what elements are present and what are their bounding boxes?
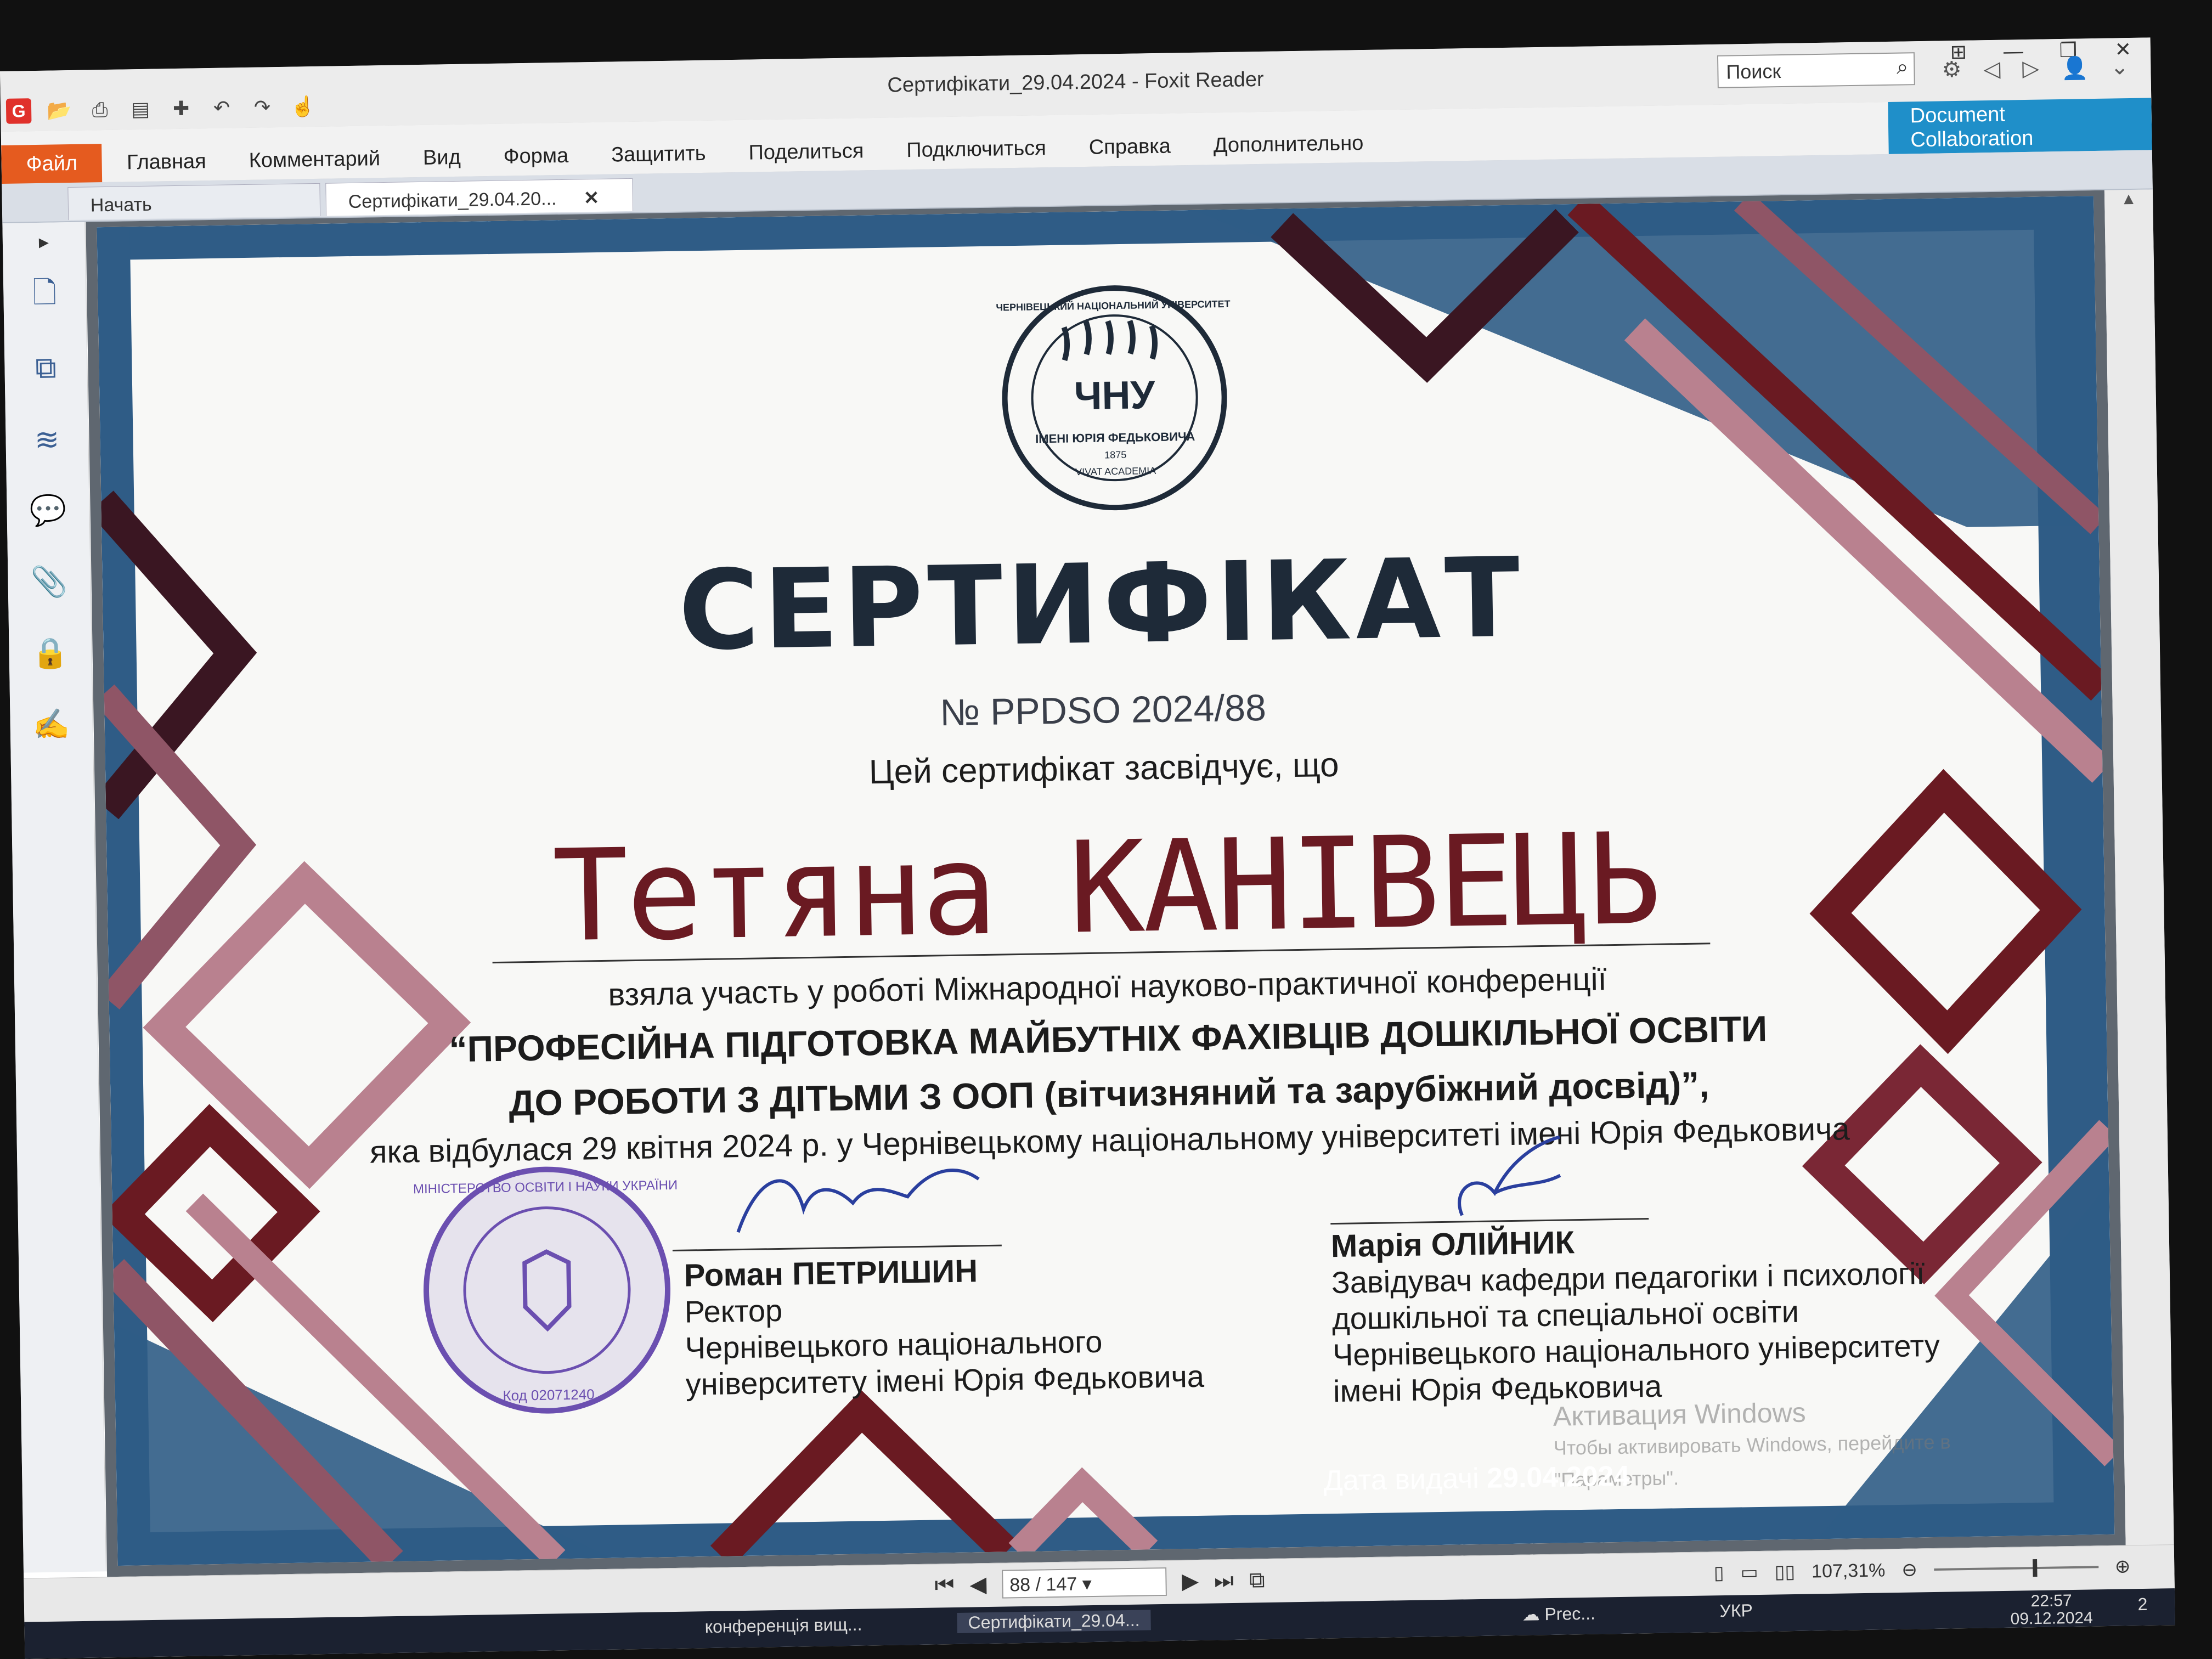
menu-protect[interactable]: Защитить xyxy=(611,142,706,167)
certificate-page: ЧНУ ІМЕНІ ЮРІЯ ФЕДЬКОВИЧА 1875 VIVAT ACA… xyxy=(97,196,2115,1566)
activation-line2: Чтобы активировать Windows, перейдите в xyxy=(1553,1430,1951,1459)
weather-label: Prec... xyxy=(1544,1603,1596,1624)
menu-home[interactable]: Главная xyxy=(127,150,206,174)
tab-close-icon[interactable]: ✕ xyxy=(584,188,600,208)
head-name: Марія ОЛІЙНИК xyxy=(1330,1224,1575,1265)
user-avatar-icon[interactable]: 👤 xyxy=(2061,55,2089,81)
seal-motto: VIVAT ACADEMIA xyxy=(1075,465,1156,477)
last-page-icon[interactable]: ⏭ xyxy=(1214,1568,1234,1594)
weather-icon: ☁ xyxy=(1522,1604,1540,1624)
menu-form[interactable]: Форма xyxy=(503,144,568,169)
official-stamp: МІНІСТЕРСТВО ОСВІТИ І НАУКИ УКРАЇНИ Код … xyxy=(413,1166,678,1414)
rector-signature xyxy=(736,1169,980,1233)
foxit-window: G 📂 ⎙ ▤ ✚ ↶ ↷ ☝ Сертифікати_29.04.2024 -… xyxy=(0,37,2175,1659)
issue-date-value: 29.04.2024 xyxy=(1486,1460,1630,1494)
document-view[interactable]: ЧНУ ІМЕНІ ЮРІЯ ФЕДЬКОВИЧА 1875 VIVAT ACA… xyxy=(86,190,2126,1577)
university-seal-logo: ЧНУ ІМЕНІ ЮРІЯ ФЕДЬКОВИЧА 1875 VIVAT ACA… xyxy=(996,285,1231,511)
zoom-slider-thumb[interactable] xyxy=(2032,1559,2038,1577)
lock-icon[interactable]: 🔒 xyxy=(9,617,92,690)
issue-date: Дата видачі 29.04.2024 xyxy=(1323,1460,1630,1498)
rector-role3: університету імені Юрія Федьковича xyxy=(685,1358,1205,1402)
seal-year: 1875 xyxy=(1104,449,1126,461)
notification-icon[interactable]: 2 xyxy=(2137,1594,2147,1615)
head-block: Марія ОЛІЙНИК Завідувач кафедри педагогі… xyxy=(1330,1219,1940,1409)
zoom-value[interactable]: 107,31% xyxy=(1812,1560,1886,1582)
doc-collab-line2: Collaboration xyxy=(1910,126,2034,152)
menu-view[interactable]: Вид xyxy=(423,146,461,170)
clock-date: 09.12.2024 xyxy=(2010,1609,2094,1628)
search-placeholder: Поиск xyxy=(1726,60,1781,83)
settings-gear-icon[interactable]: ⚙ xyxy=(1942,57,1962,83)
continuous-page-icon[interactable]: ▭ xyxy=(1740,1561,1758,1583)
zoom-slider[interactable] xyxy=(1933,1559,2098,1577)
tab-start[interactable]: Начать xyxy=(67,183,321,221)
tab-certificates-label: Сертифікати_29.04.20... xyxy=(348,188,557,213)
search-input[interactable]: Поиск ⌕ xyxy=(1717,52,1915,88)
tab-start-label: Начать xyxy=(90,194,153,216)
chevron-down-icon[interactable]: ⌄ xyxy=(2110,54,2129,81)
taskbar-weather[interactable]: ☁ Prec... xyxy=(1522,1603,1595,1625)
document-collaboration-button[interactable]: Document Collaboration xyxy=(1888,98,2152,154)
menu-extra[interactable]: Дополнительно xyxy=(1213,132,1363,157)
recipient-name: Тетяна КАНІВЕЦЬ xyxy=(551,806,1661,970)
taskbar-clock[interactable]: 22:57 09.12.2024 xyxy=(2010,1592,2093,1628)
scroll-up-icon[interactable]: ▲ xyxy=(2104,189,2153,208)
prev-page-icon[interactable]: ◀ xyxy=(969,1572,986,1597)
rector-name: Роман ПЕТРИШИН xyxy=(684,1253,978,1294)
notification-count: 2 xyxy=(2137,1594,2148,1615)
clock-time: 22:57 xyxy=(2030,1592,2072,1611)
seal-abbreviation: ЧНУ xyxy=(1074,373,1156,418)
search-icon[interactable]: ⌕ xyxy=(1897,55,1909,79)
stamp-text: МІНІСТЕРСТВО ОСВІТИ І НАУКИ УКРАЇНИ xyxy=(413,1178,678,1197)
menu-file[interactable]: Файл xyxy=(1,144,103,184)
signature-icon[interactable]: ✍ xyxy=(10,689,93,761)
language-indicator[interactable]: УКР xyxy=(1719,1600,1753,1621)
facing-page-icon[interactable]: ▯▯ xyxy=(1774,1561,1795,1583)
menu-help[interactable]: Справка xyxy=(1088,135,1171,160)
zoom-out-icon[interactable]: ⊖ xyxy=(1901,1559,1917,1581)
rector-role1: Ректор xyxy=(684,1293,783,1329)
back-arrow-icon[interactable]: ◁ xyxy=(1983,57,2001,82)
ribbon-right-icons: ⚙ ◁ ▷ 👤 ⌄ xyxy=(1942,54,2129,83)
page-number-input[interactable]: 88 / 147 ▾ xyxy=(1001,1567,1167,1599)
taskbar-item-certificates-label: Сертифікати_29.04... xyxy=(968,1610,1140,1633)
comments-icon[interactable]: 💬 xyxy=(7,475,90,547)
pages-icon[interactable]: ⧉ xyxy=(4,332,87,404)
zoom-controls: ▯ ▭ ▯▯ 107,31% ⊖ ⊕ xyxy=(1714,1555,2131,1584)
seal-text-bottom: ІМЕНІ ЮРІЯ ФЕДЬКОВИЧА xyxy=(1035,430,1195,446)
forward-arrow-icon[interactable]: ▷ xyxy=(2022,56,2040,82)
attachment-icon[interactable]: 📎 xyxy=(8,546,91,618)
zoom-in-icon[interactable]: ⊕ xyxy=(2114,1555,2130,1577)
head-role2: дошкільної та спеціальної освіти xyxy=(1331,1294,1799,1336)
copy-page-icon[interactable]: ⧉ xyxy=(1249,1568,1265,1593)
taskbar-item-conference[interactable]: конференція вищ... xyxy=(704,1615,862,1637)
page-number-value: 88 / 147 xyxy=(1009,1573,1077,1596)
bookmark-icon[interactable]: 🗋 xyxy=(3,261,86,333)
issue-date-label: Дата видачі xyxy=(1323,1462,1480,1497)
first-page-icon[interactable]: ⏮ xyxy=(934,1573,955,1598)
next-page-icon[interactable]: ▶ xyxy=(1182,1568,1199,1594)
taskbar-item-certificates[interactable]: Сертифікати_29.04... xyxy=(957,1610,1151,1633)
taskbar-item-conference-label: конференція вищ... xyxy=(704,1614,862,1637)
stamp-code: Код 02071240 xyxy=(503,1386,595,1404)
expand-arrow-icon[interactable]: ▸ xyxy=(2,222,85,262)
tab-certificates[interactable]: Сертифікати_29.04.20... ✕ xyxy=(325,178,634,216)
menu-share[interactable]: Поделиться xyxy=(748,139,864,165)
menu-connect[interactable]: Подключиться xyxy=(906,137,1046,162)
rector-role2: Чернівецького національного xyxy=(685,1324,1103,1365)
menu-comment[interactable]: Комментарий xyxy=(249,147,380,173)
page-navigation: ⏮ ◀ 88 / 147 ▾ ▶ ⏭ ⧉ xyxy=(934,1566,1265,1599)
seal-text-top: ЧЕРНІВЕЦЬКИЙ НАЦІОНАЛЬНИЙ УНІВЕРСИТЕТ xyxy=(996,298,1230,313)
doc-collab-line1: Document xyxy=(1910,103,2006,128)
rector-block: Роман ПЕТРИШИН Ректор Чернівецького наці… xyxy=(684,1250,1204,1403)
single-page-icon[interactable]: ▯ xyxy=(1714,1562,1724,1584)
head-role3: Чернівецького національного університету xyxy=(1332,1328,1940,1373)
layers-icon[interactable]: ≋ xyxy=(5,403,89,476)
